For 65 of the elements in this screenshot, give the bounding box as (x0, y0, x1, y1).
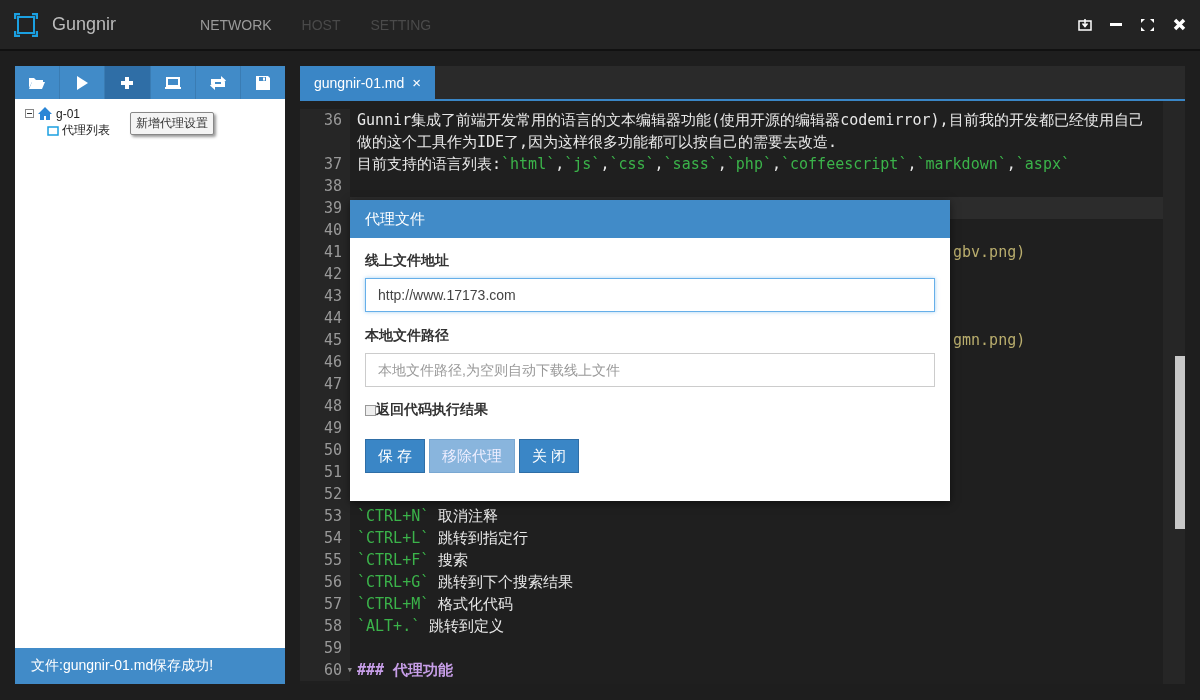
input-field[interactable]: http://www.17173.com (365, 278, 935, 312)
line-number: 56 (300, 571, 350, 593)
line-number: 54 (300, 527, 350, 549)
code-line: 目前支持的语言列表:`html`,`js`,`css`,`sass`,`php`,`coffeescript`,`markdown`,`aspx` (357, 155, 1070, 173)
line-number: 45 (300, 329, 350, 351)
tooltip: 新增代理设置 (130, 112, 214, 135)
app-logo-icon (14, 12, 38, 37)
line-number: 55 (300, 549, 350, 571)
code-line: Gunnir集成了前端开发常用的语言的文本编辑器功能(使用开源的编辑器codemirror),目前我的开发都已经使用自己做的这个工具作为IDE了,因为这样很多功能都可以按自己的需要去改造. (357, 111, 1144, 151)
line-number: 47 (300, 373, 350, 395)
line-number: 44 (300, 307, 350, 329)
line-number: 40 (300, 219, 350, 241)
list-icon (47, 125, 59, 136)
download-icon[interactable] (1078, 18, 1092, 31)
save-icon (253, 73, 272, 92)
code-line: `CTRL+G` 跳转到下个搜索结果 (357, 573, 574, 591)
refresh-icon (208, 73, 227, 92)
line-number: 46 (300, 351, 350, 373)
nav-tab[interactable]: NETWORK (200, 16, 272, 33)
tree-item[interactable]: g-01 (56, 106, 81, 121)
close-icon[interactable] (1173, 18, 1186, 31)
line-number: 57 (300, 593, 350, 615)
code-text: gmn.png) (953, 331, 1026, 349)
line-number: 53 (300, 505, 350, 527)
collapse-icon[interactable] (25, 109, 34, 118)
close-tab-icon[interactable]: × (412, 74, 422, 91)
line-number: 38 (300, 175, 350, 197)
line-number: 58 (300, 615, 350, 637)
fullscreen-icon[interactable] (1140, 17, 1155, 32)
line-number: 37 (300, 153, 350, 175)
fold-marker[interactable]: ▾ (346, 659, 353, 681)
status-message: 文件:gungnir-01.md保存成功! (15, 648, 285, 684)
dialog-title: 代理文件 (350, 200, 950, 238)
line-number: 60 ▾ (300, 659, 350, 681)
app-title: Gungnir (52, 14, 117, 35)
code-line: ### 代理功能 (357, 661, 454, 679)
home-icon (37, 106, 53, 121)
line-number: 36 (300, 109, 350, 153)
code-line: `ALT+.` 跳转到定义 (357, 617, 505, 635)
file-tab[interactable]: gungnir-01.md × (300, 66, 436, 99)
code-line: `CTRL+M` 格式化代码 (357, 595, 514, 613)
dialog-button[interactable]: 关 闭 (519, 439, 580, 473)
line-number: 41 (300, 241, 350, 263)
checkbox-label[interactable]: 返回代码执行结果 (376, 401, 488, 419)
dialog-button[interactable]: 保 存 (365, 439, 426, 473)
field-label: 线上文件地址 (365, 252, 449, 270)
line-number: 48 (300, 395, 350, 417)
checkbox[interactable] (365, 404, 376, 416)
line-number: 39 (300, 197, 350, 219)
code-line: `CTRL+F` 搜索 (357, 551, 469, 569)
scrollbar-thumb[interactable] (1175, 356, 1185, 529)
input-field[interactable]: 本地文件路径,为空则自动下载线上文件 (365, 353, 935, 387)
code-line: `CTRL+L` 跳转到指定行 (357, 529, 529, 547)
line-number: 51 (300, 461, 350, 483)
line-number: 52 (300, 483, 350, 505)
add-button[interactable] (105, 66, 151, 99)
tree-item[interactable]: 代理列表 (62, 122, 110, 139)
line-number: 43 (300, 285, 350, 307)
field-label: 本地文件路径 (365, 327, 449, 345)
code-line: `CTRL+N` 取消注释 (357, 507, 499, 525)
line-number: 59 (300, 637, 350, 659)
line-number: 49 (300, 417, 350, 439)
line-number: 42 (300, 263, 350, 285)
code-text: gbv.png) (953, 243, 1026, 261)
line-number: 50 (300, 439, 350, 461)
